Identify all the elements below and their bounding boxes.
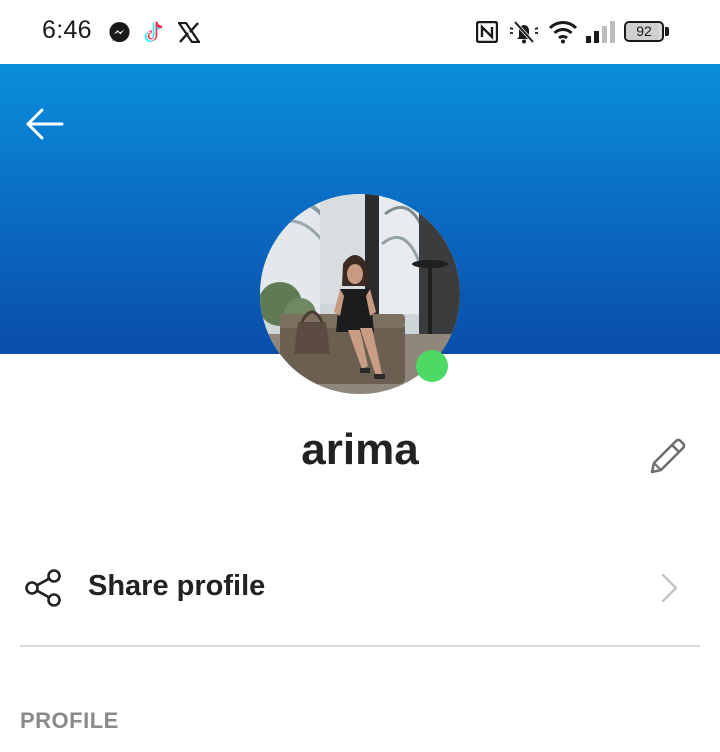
battery-tip <box>665 27 669 36</box>
pencil-icon <box>650 438 686 474</box>
status-bar: 6:46 92 <box>0 0 720 64</box>
messenger-icon <box>109 21 130 43</box>
share-profile-label: Share profile <box>88 570 266 602</box>
battery-level: 92 <box>636 23 652 39</box>
online-status-dot <box>416 350 448 382</box>
tiktok-icon <box>144 21 163 43</box>
share-icon <box>25 569 61 607</box>
x-icon <box>178 22 200 43</box>
profile-screen: 6:46 92 arima Share profile PROFILE <box>0 0 720 752</box>
edit-profile-button[interactable] <box>642 432 692 482</box>
profile-section-header: PROFILE <box>20 708 119 733</box>
divider <box>20 645 700 647</box>
status-time: 6:46 <box>42 16 92 44</box>
mute-icon <box>509 20 539 44</box>
signal-icon <box>586 21 615 43</box>
wifi-icon <box>548 21 578 44</box>
back-button[interactable] <box>20 100 68 148</box>
arrow-left-icon <box>26 108 64 140</box>
profile-name: arima <box>301 425 419 474</box>
share-profile-row[interactable]: Share profile <box>0 546 720 630</box>
battery-icon: 92 <box>624 21 664 42</box>
nfc-icon <box>476 21 498 43</box>
chevron-right-icon <box>661 573 678 603</box>
